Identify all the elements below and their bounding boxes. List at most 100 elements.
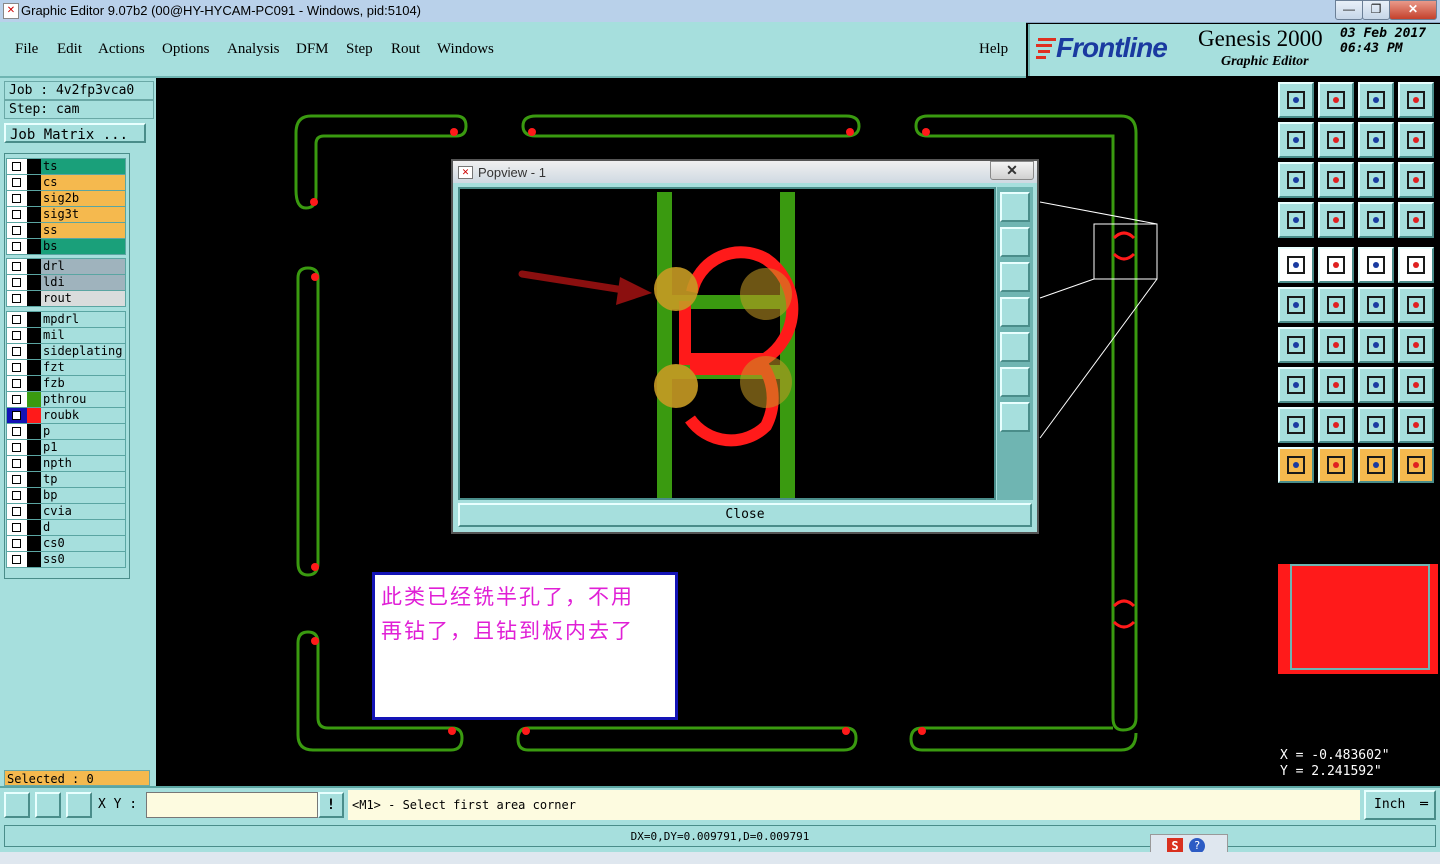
delete-node-icon[interactable] [1318,287,1354,323]
layer-row-ss[interactable]: ss [6,222,126,239]
arrow-up-icon[interactable] [1318,407,1354,443]
layer-row-fzt[interactable]: fzt [6,359,126,376]
layer-row-p1[interactable]: p1 [6,439,126,456]
popview-pan-right-icon[interactable] [1000,332,1030,362]
rotate-icon[interactable] [1358,327,1394,363]
layer-color-swatch[interactable] [27,175,41,190]
layer-checkbox[interactable] [7,552,27,567]
layer-color-swatch[interactable] [27,488,41,503]
layer-checkbox[interactable] [7,328,27,343]
select-icon[interactable] [1278,447,1314,483]
group-icon[interactable] [1398,367,1434,403]
layer-name[interactable]: ss [41,223,125,238]
select-circle-icon[interactable] [1358,447,1394,483]
apex-icon[interactable] [1358,407,1394,443]
popview-zoom-in-icon[interactable] [1000,192,1030,222]
layer-row-ts[interactable]: ts [6,158,126,175]
popview-close-button[interactable]: Close [458,503,1032,527]
layer-name[interactable]: cvia [41,504,125,519]
query-icon[interactable] [1398,162,1434,198]
layer-color-swatch[interactable] [27,344,41,359]
layer-row-mil[interactable]: mil [6,327,126,344]
layer-checkbox[interactable] [7,259,27,274]
popview-pan-up-icon[interactable] [1000,227,1030,257]
layer-checkbox[interactable] [7,424,27,439]
xy-input[interactable] [146,792,318,818]
layer-checkbox[interactable] [7,344,27,359]
menu-analysis[interactable]: Analysis [227,41,280,58]
layer-checkbox[interactable] [7,376,27,391]
layer-row-rout[interactable]: rout [6,290,126,307]
layer-name[interactable]: fzb [41,376,125,391]
close-window-button[interactable]: ✕ [1389,0,1437,20]
layer-checkbox[interactable] [7,488,27,503]
layer-color-swatch[interactable] [27,520,41,535]
select-box-icon[interactable] [1318,447,1354,483]
layer-color-swatch[interactable] [27,207,41,222]
units-selector[interactable]: Inch ═ [1364,790,1436,820]
layer-color-swatch[interactable] [27,392,41,407]
resize-icon[interactable] [1358,367,1394,403]
layer-name[interactable]: fzt [41,360,125,375]
layer-name[interactable]: mpdrl [41,312,125,327]
layer-checkbox[interactable] [7,408,27,423]
layer-checkbox[interactable] [7,223,27,238]
layer-checkbox[interactable] [7,536,27,551]
reshape-icon[interactable] [1398,287,1434,323]
layer-name[interactable]: ts [41,159,125,174]
layer-checkbox[interactable] [7,191,27,206]
menu-rout[interactable]: Rout [391,41,420,58]
layer-color-swatch[interactable] [27,223,41,238]
layer-color-swatch[interactable] [27,312,41,327]
menu-actions[interactable]: Actions [98,41,145,58]
mirror-icon[interactable] [1398,327,1434,363]
layer-color-swatch[interactable] [27,291,41,306]
slope-icon[interactable] [1318,327,1354,363]
layer-row-bp[interactable]: bp [6,487,126,504]
layer-name[interactable]: rout [41,291,125,306]
undo-zoom-icon[interactable] [1358,122,1394,158]
layer-checkbox[interactable] [7,239,27,254]
layer-name[interactable]: bs [41,239,125,254]
job-matrix-button[interactable]: Job Matrix ... [4,123,146,143]
layer-name[interactable]: ss0 [41,552,125,567]
layer-row-cvia[interactable]: cvia [6,503,126,520]
layer-name[interactable]: drl [41,259,125,274]
layer-color-swatch[interactable] [27,424,41,439]
ruler-icon[interactable] [1358,247,1394,283]
split-view-icon[interactable] [1398,82,1434,118]
zoom-profile-icon[interactable] [1358,82,1394,118]
menu-step[interactable]: Step [346,41,373,58]
layer-checkbox[interactable] [7,312,27,327]
connect-icon[interactable] [1278,287,1314,323]
layer-color-swatch[interactable] [27,408,41,423]
pan-left-icon[interactable] [1278,122,1314,158]
layer-row-ss0[interactable]: ss0 [6,551,126,568]
layer-color-swatch[interactable] [27,159,41,174]
layer-row-sideplating[interactable]: sideplating [6,343,126,360]
layer-name[interactable]: pthrou [41,392,125,407]
layer-name[interactable]: cs0 [41,536,125,551]
layer-color-swatch[interactable] [27,440,41,455]
layer-color-swatch[interactable] [27,259,41,274]
layer-checkbox[interactable] [7,207,27,222]
layer-row-cs0[interactable]: cs0 [6,535,126,552]
layer-color-swatch[interactable] [27,472,41,487]
layer-checkbox[interactable] [7,472,27,487]
layer-row-fzb[interactable]: fzb [6,375,126,392]
layer-row-mpdrl[interactable]: mpdrl [6,311,126,328]
maximize-button[interactable]: ❐ [1362,0,1390,20]
layer-name[interactable]: cs [41,175,125,190]
layer-row-drl[interactable]: drl [6,258,126,275]
layer-name[interactable]: tp [41,472,125,487]
layer-name[interactable]: roubk [41,408,125,423]
popview-canvas[interactable] [458,187,996,500]
triangle-icon[interactable] [1278,407,1314,443]
layer-color-swatch[interactable] [27,536,41,551]
fit-all-icon[interactable] [1318,162,1354,198]
menu-options[interactable]: Options [162,41,210,58]
cut-line-icon[interactable] [1318,367,1354,403]
layer-row-p[interactable]: p [6,423,126,440]
layer-checkbox[interactable] [7,504,27,519]
fit-vertical-icon[interactable] [1278,162,1314,198]
